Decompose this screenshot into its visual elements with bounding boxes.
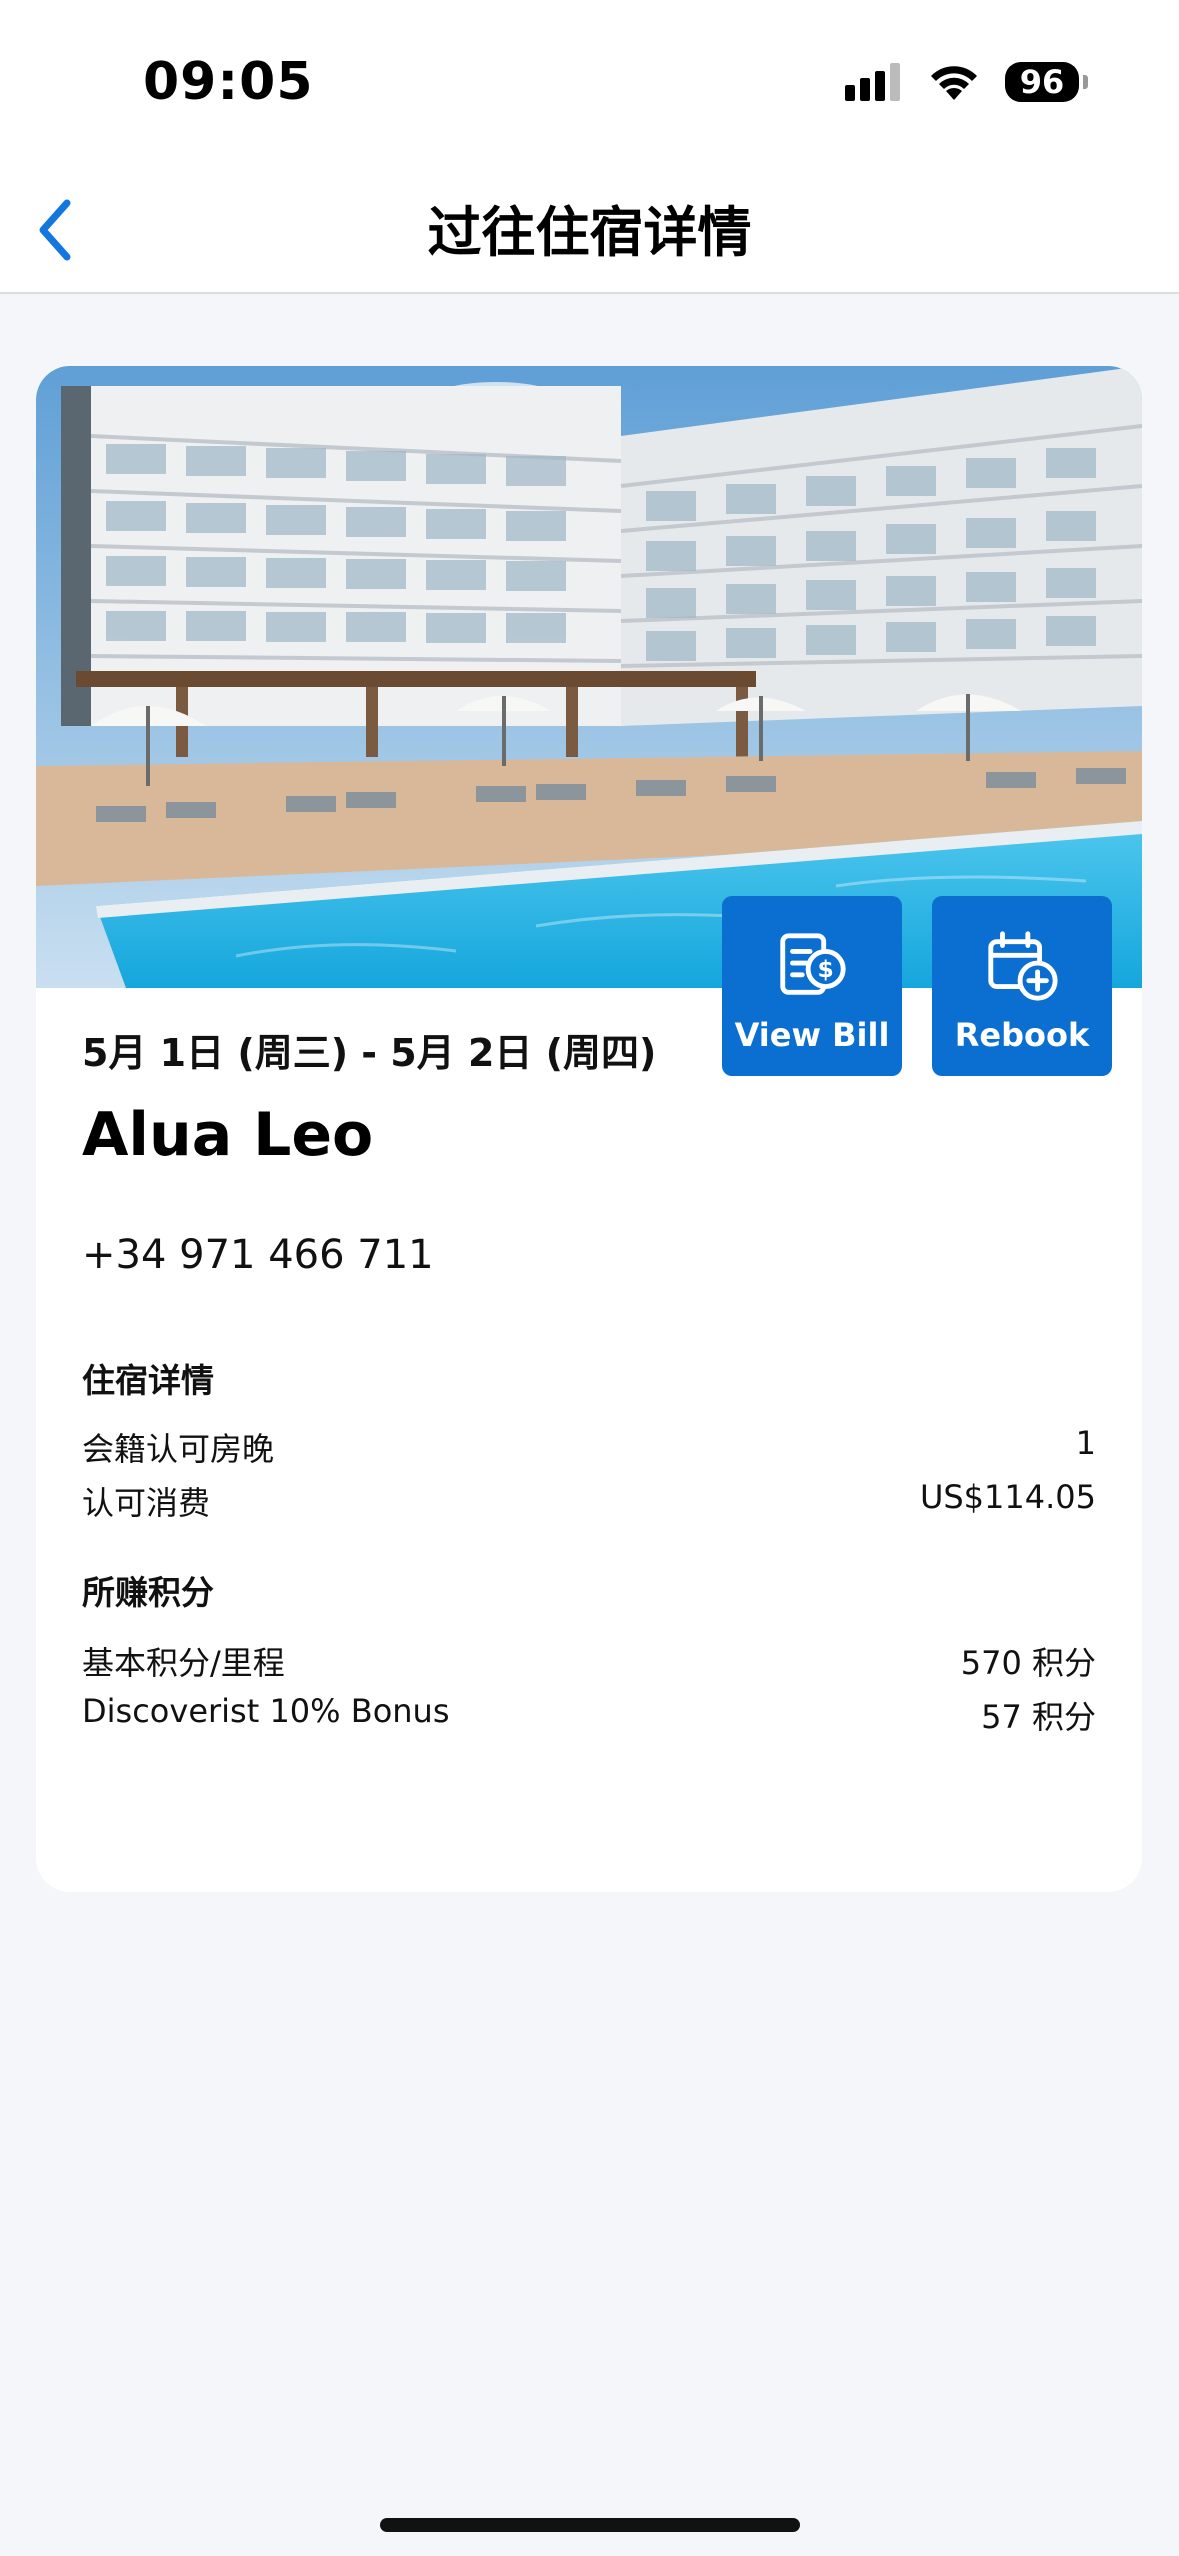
detail-value: US$114.05 [919, 1478, 1096, 1516]
home-indicator[interactable] [380, 2518, 800, 2532]
cellular-signal-icon [845, 63, 900, 101]
view-bill-label: View Bill [734, 1016, 890, 1054]
status-icons: 96 [845, 62, 1088, 102]
points-label: Discoverist 10% Bonus [82, 1692, 450, 1730]
points-earned-title: 所赚积分 [82, 1573, 214, 1612]
page-title: 过往住宿详情 [427, 201, 752, 264]
detail-label: 会籍认可房晚 [82, 1430, 275, 1468]
stay-dates: 5月 1日 (周三) - 5月 2日 (周四) [82, 1031, 657, 1075]
stay-details-title: 住宿详情 [82, 1361, 214, 1400]
bill-dollar-icon: $ [780, 933, 846, 995]
detail-label: 认可消费 [82, 1484, 211, 1522]
stay-actions: $ View Bill Rebook [722, 896, 1112, 1076]
status-time: 09:05 [143, 52, 314, 112]
points-row-bonus: Discoverist 10% Bonus 57 积分 [82, 1692, 1096, 1738]
points-value: 57 积分 [981, 1698, 1096, 1736]
svg-text:$: $ [818, 955, 834, 983]
points-label: 基本积分/里程 [82, 1644, 285, 1682]
detail-value: 1 [1075, 1424, 1096, 1462]
hotel-phone[interactable]: +34 971 466 711 [82, 1232, 434, 1278]
rebook-label: Rebook [954, 1016, 1090, 1054]
detail-row-nights: 会籍认可房晚 1 [82, 1424, 1096, 1470]
detail-row-spend: 认可消费 US$114.05 [82, 1478, 1096, 1524]
stay-card: $ View Bill Rebook 5月 1日 (周三) - 5月 2日 (周… [36, 366, 1142, 1892]
hotel-photo [36, 366, 1142, 988]
battery-level: 96 [1019, 63, 1065, 101]
rebook-button[interactable]: Rebook [932, 896, 1112, 1076]
battery-icon: 96 [1005, 62, 1088, 102]
view-bill-button[interactable]: $ View Bill [722, 896, 902, 1076]
wifi-icon [931, 66, 977, 100]
points-row-base: 基本积分/里程 570 积分 [82, 1638, 1096, 1684]
hotel-name: Alua Leo [82, 1100, 374, 1170]
top-bar: 09:05 96 过往住宿详情 [0, 0, 1179, 294]
points-value: 570 积分 [960, 1644, 1096, 1682]
calendar-add-icon [988, 931, 1058, 1001]
